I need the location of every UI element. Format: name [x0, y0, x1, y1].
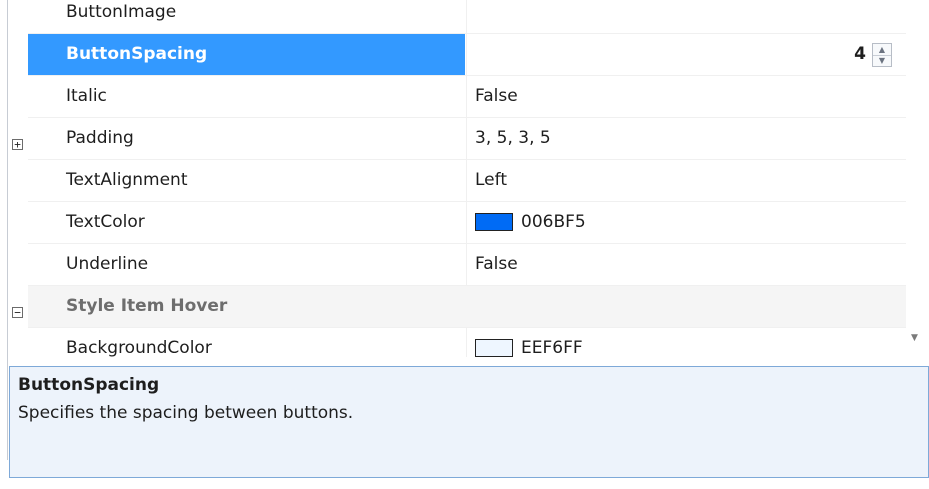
category-value [466, 286, 906, 327]
property-row-textcolor[interactable]: TextColor 006BF5 [28, 202, 906, 244]
category-name: Style Item Hover [66, 296, 228, 316]
property-grid: ButtonImage ButtonSpacing 4 ▲ ▼ Italic F… [28, 0, 906, 357]
property-row-padding[interactable]: Padding 3, 5, 3, 5 [28, 118, 906, 160]
color-value-text: EEF6FF [521, 338, 583, 357]
property-name: Padding [66, 128, 134, 148]
property-value[interactable]: False [466, 76, 906, 117]
scroll-down-arrow-icon[interactable]: ▼ [911, 333, 918, 343]
property-name: ButtonImage [66, 2, 177, 22]
property-name: Underline [66, 254, 149, 274]
property-row-backgroundcolor[interactable]: BackgroundColor EEF6FF [28, 328, 906, 357]
property-row-buttonimage[interactable]: ButtonImage [28, 0, 906, 34]
collapse-icon[interactable]: − [12, 307, 23, 318]
spin-down-arrow-icon[interactable]: ▼ [873, 55, 891, 66]
description-text: Specifies the spacing between buttons. [18, 403, 354, 423]
category-row-style-item-hover[interactable]: Style Item Hover [28, 286, 906, 328]
description-title: ButtonSpacing [18, 375, 160, 395]
property-value[interactable]: EEF6FF [466, 328, 906, 357]
property-value[interactable]: False [466, 244, 906, 285]
vertical-scrollbar[interactable]: ▼ [906, 0, 929, 357]
property-name: Italic [66, 86, 107, 106]
expand-icon[interactable]: + [12, 139, 23, 150]
color-value-text: 006BF5 [521, 212, 586, 232]
property-row-textalignment[interactable]: TextAlignment Left [28, 160, 906, 202]
property-value[interactable]: 006BF5 [466, 202, 906, 243]
property-value[interactable] [466, 0, 906, 33]
property-name: TextColor [66, 212, 145, 232]
property-row-italic[interactable]: Italic False [28, 76, 906, 118]
description-panel: ButtonSpacing Specifies the spacing betw… [9, 366, 929, 478]
property-row-underline[interactable]: Underline False [28, 244, 906, 286]
spin-value[interactable]: 4 [854, 34, 866, 75]
property-name: BackgroundColor [66, 338, 212, 357]
property-value[interactable]: Left [466, 160, 906, 201]
color-swatch [475, 213, 513, 231]
property-name: TextAlignment [66, 170, 188, 190]
property-value[interactable]: 3, 5, 3, 5 [466, 118, 906, 159]
property-row-buttonspacing[interactable]: ButtonSpacing 4 ▲ ▼ [28, 34, 906, 76]
property-grid-window: ButtonImage ButtonSpacing 4 ▲ ▼ Italic F… [0, 0, 929, 489]
numeric-spinner[interactable]: ▲ ▼ [872, 43, 892, 67]
color-swatch [475, 339, 513, 357]
grid-gutter [8, 0, 28, 357]
property-name: ButtonSpacing [28, 34, 465, 75]
property-value-editor[interactable]: 4 ▲ ▼ [466, 34, 906, 75]
